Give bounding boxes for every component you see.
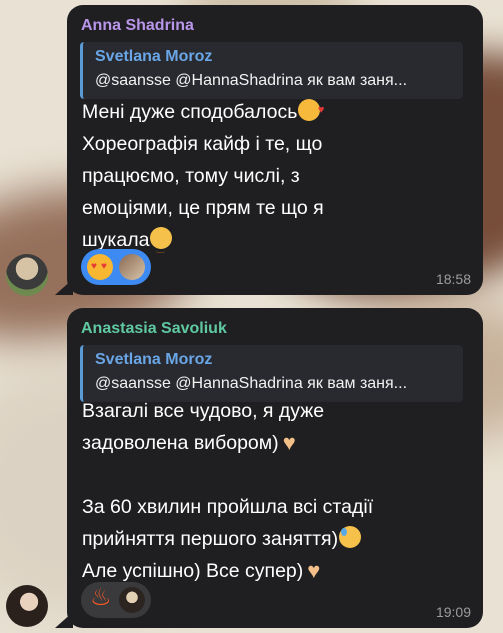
- message-time: 19:09: [435, 604, 471, 620]
- relieved-face-emoji: [150, 227, 173, 265]
- reply-preview[interactable]: Svetlana Moroz @saansse @HannaShadrina я…: [80, 345, 463, 402]
- message-line: Але успішно) Все супер): [82, 560, 304, 582]
- message-line: Взагалі все чудово, я дуже: [82, 400, 325, 422]
- avatar[interactable]: [6, 254, 48, 296]
- reaction-chip[interactable]: ♥ ♥: [81, 249, 151, 285]
- heart-hands-emoji: [280, 427, 306, 459]
- grinning-sweat-emoji: [339, 526, 362, 548]
- message-line: емоціями, це прям те що я: [82, 197, 324, 219]
- message-line: прийняття першого заняття): [82, 528, 339, 550]
- reactor-avatar[interactable]: [119, 587, 145, 613]
- sender-name[interactable]: Anna Shadrina: [81, 17, 194, 35]
- reply-author: Svetlana Moroz: [95, 351, 213, 368]
- message-line: шукала: [82, 229, 150, 251]
- heart-hands-emoji: [304, 555, 330, 587]
- reaction-chip[interactable]: ♨: [81, 582, 151, 618]
- sender-name[interactable]: Anastasia Savoliuk: [81, 320, 227, 338]
- avatar[interactable]: [6, 585, 48, 627]
- reply-preview[interactable]: Svetlana Moroz @saansse @HannaShadrina я…: [80, 42, 463, 99]
- reply-text: @saansse @HannaShadrina як вам заня...: [95, 375, 408, 392]
- reply-text: @saansse @HannaShadrina як вам заня...: [95, 72, 408, 89]
- message-line: працюємо, тому числі, з: [82, 165, 300, 187]
- reply-author: Svetlana Moroz: [95, 48, 213, 65]
- message-line: Мені дуже сподобалось: [82, 101, 298, 123]
- reactor-avatar[interactable]: [119, 254, 145, 280]
- message-bubble[interactable]: Anastasia Savoliuk Svetlana Moroz @saans…: [67, 308, 483, 628]
- message-line: За 60 хвилин пройшла всі стадії: [82, 496, 374, 518]
- heart-eyes-emoji: ♥ ♥: [87, 254, 113, 280]
- message-time: 18:58: [435, 271, 471, 287]
- message-line: Хореографія кайф і те, що: [82, 133, 323, 155]
- message-text: Мені дуже сподобалось Хореографія кайф і…: [82, 94, 324, 265]
- smiling-face-with-hearts-emoji: [298, 94, 324, 126]
- message-text: Взагалі все чудово, я дуже задоволена ви…: [82, 395, 373, 587]
- fire-emoji: ♨: [90, 584, 112, 611]
- message-line: [82, 459, 373, 491]
- message-line: задоволена вибором): [82, 432, 279, 454]
- message-bubble[interactable]: Anna Shadrina Svetlana Moroz @saansse @H…: [67, 5, 483, 295]
